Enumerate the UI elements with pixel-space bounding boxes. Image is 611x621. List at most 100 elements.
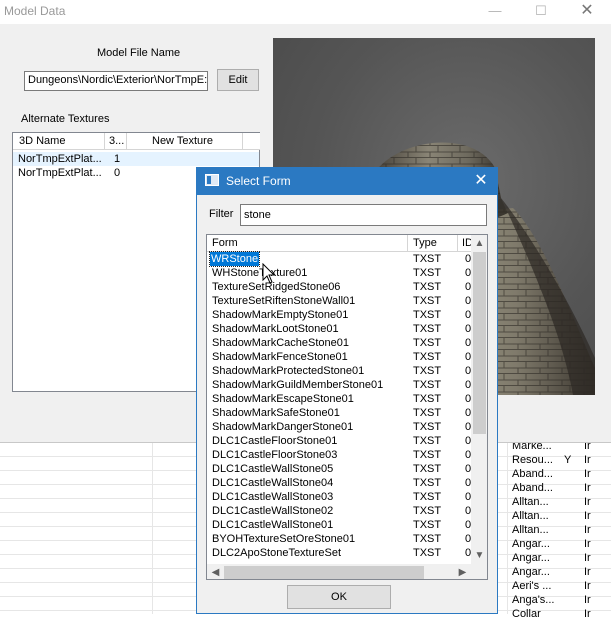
- cell-name: Anga's...: [512, 594, 555, 606]
- list-item[interactable]: Angar... Ir: [508, 551, 611, 565]
- list-item[interactable]: DLC1CastleWallStone03 TXST 0: [207, 490, 471, 504]
- column-header-index[interactable]: 3...: [105, 133, 127, 150]
- list-item[interactable]: ShadowMarkSafeStone01 TXST 0: [207, 406, 471, 420]
- scrollbar-thumb[interactable]: [224, 566, 424, 579]
- select-form-titlebar[interactable]: Select Form ✕: [197, 168, 497, 195]
- list-item[interactable]: TextureSetRidgedStone06 TXST 0: [207, 280, 471, 294]
- form-name: DLC2ApoStoneTextureSet: [212, 547, 342, 559]
- form-type: TXST: [413, 295, 442, 307]
- cell-name: Angar...: [512, 538, 550, 550]
- column-header-new-texture[interactable]: New Texture: [127, 133, 243, 150]
- form-name: ShadowMarkLootStone01: [212, 323, 339, 335]
- column-header-type[interactable]: Type: [408, 235, 458, 252]
- list-item[interactable]: Alltan... Ir: [508, 509, 611, 523]
- list-item[interactable]: WRStone TXST 0: [207, 251, 471, 267]
- form-name: BYOHTextureSetOreStone01: [212, 533, 356, 545]
- list-item[interactable]: Anga's... Ir: [508, 593, 611, 607]
- table-row[interactable]: NorTmpExtPlat... 1: [13, 152, 259, 166]
- cell-name: Alltan...: [512, 496, 549, 508]
- edit-button[interactable]: Edit: [217, 69, 259, 91]
- list-item[interactable]: ShadowMarkEmptyStone01 TXST 0: [207, 308, 471, 322]
- list-item[interactable]: ShadowMarkCacheStone01 TXST 0: [207, 336, 471, 350]
- list-item[interactable]: Aband... Ir: [508, 481, 611, 495]
- list-item[interactable]: Angar... Ir: [508, 537, 611, 551]
- cell-name: Alltan...: [512, 524, 549, 536]
- close-icon[interactable]: ✕: [564, 0, 610, 24]
- maximize-icon[interactable]: ☐: [518, 0, 564, 24]
- list-item[interactable]: DLC1CastleWallStone04 TXST 0: [207, 476, 471, 490]
- cell-name: Aeri's ...: [512, 580, 552, 592]
- form-name: TextureSetRidgedStone06: [212, 281, 341, 293]
- form-list-header: Form Type ID: [207, 235, 471, 252]
- scrollbar-thumb[interactable]: [473, 252, 486, 434]
- form-type: TXST: [413, 379, 442, 391]
- list-item[interactable]: Angar... Ir: [508, 565, 611, 579]
- chevron-up-icon[interactable]: ▲: [471, 235, 487, 252]
- form-name: DLC1CastleWallStone03: [212, 491, 334, 503]
- model-data-titlebar[interactable]: Model Data — ☐ ✕: [0, 0, 611, 24]
- cell-name: Aband...: [512, 468, 553, 480]
- cell-3d-name: NorTmpExtPlat...: [18, 153, 102, 165]
- form-type: TXST: [413, 253, 442, 265]
- list-item[interactable]: ShadowMarkProtectedStone01 TXST 0: [207, 364, 471, 378]
- cell-name: Alltan...: [512, 510, 549, 522]
- cell-type: Ir: [584, 608, 591, 620]
- list-item[interactable]: Alltan... Ir: [508, 495, 611, 509]
- window-title: Model Data: [4, 4, 66, 18]
- vertical-scrollbar[interactable]: ▲ ▼: [471, 235, 487, 564]
- cell-type: Ir: [584, 510, 591, 522]
- list-item[interactable]: Aeri's ... Ir: [508, 579, 611, 593]
- form-type: TXST: [413, 365, 442, 377]
- list-item[interactable]: Alltan... Ir: [508, 523, 611, 537]
- list-item[interactable]: ShadowMarkEscapeStone01 TXST 0: [207, 392, 471, 406]
- column-header-3d-name[interactable]: 3D Name: [13, 133, 105, 150]
- form-name: ShadowMarkFenceStone01: [212, 351, 348, 363]
- cell-type: Ir: [584, 496, 591, 508]
- filter-label: Filter: [209, 208, 234, 220]
- form-type: TXST: [413, 267, 442, 279]
- close-icon[interactable]: ✕: [469, 170, 493, 192]
- horizontal-scrollbar[interactable]: ◀ ▶: [207, 564, 471, 579]
- list-item[interactable]: WHStoneTexture01 TXST 0: [207, 266, 471, 280]
- form-type: TXST: [413, 393, 442, 405]
- list-item[interactable]: ShadowMarkGuildMemberStone01 TXST 0: [207, 378, 471, 392]
- form-list[interactable]: Form Type ID WRStoneTXST0WHStoneTexture0…: [206, 234, 488, 580]
- form-type: TXST: [413, 519, 442, 531]
- list-item[interactable]: Resou... Y Ir: [508, 453, 611, 467]
- form-name: ShadowMarkCacheStone01: [212, 337, 349, 349]
- cell-type: Ir: [584, 594, 591, 606]
- select-form-dialog: Select Form ✕ Filter Form Type ID WRSton…: [196, 167, 498, 614]
- cell-type: Ir: [584, 580, 591, 592]
- list-item[interactable]: DLC1CastleWallStone01 TXST 0: [207, 518, 471, 532]
- form-type: TXST: [413, 337, 442, 349]
- list-item[interactable]: DLC1CastleFloorStone03 TXST 0: [207, 448, 471, 462]
- list-item[interactable]: DLC1CastleWallStone02 TXST 0: [207, 504, 471, 518]
- list-item[interactable]: Collar Ir: [508, 607, 611, 621]
- model-file-name-label: Model File Name: [97, 47, 181, 59]
- list-item[interactable]: DLC1CastleFloorStone01 TXST 0: [207, 434, 471, 448]
- background-list: Marke... Ir Resou... Y Ir Aband... Ir Aband... I…: [508, 439, 611, 621]
- list-item[interactable]: BYOHTextureSetOreStone01 TXST 0: [207, 532, 471, 546]
- chevron-left-icon[interactable]: ◀: [207, 564, 224, 579]
- list-item[interactable]: Aband... Ir: [508, 467, 611, 481]
- list-item[interactable]: ShadowMarkLootStone01 TXST 0: [207, 322, 471, 336]
- column-header-id[interactable]: ID: [458, 235, 471, 252]
- list-item[interactable]: TextureSetRiftenStoneWall01 TXST 0: [207, 294, 471, 308]
- minimize-icon[interactable]: —: [472, 0, 518, 24]
- cell-name: Angar...: [512, 566, 550, 578]
- form-type: TXST: [413, 281, 442, 293]
- filter-input[interactable]: [240, 204, 487, 226]
- form-name: DLC1CastleFloorStone03: [212, 449, 338, 461]
- chevron-right-icon[interactable]: ▶: [454, 564, 471, 579]
- column-header-form[interactable]: Form: [207, 235, 408, 252]
- list-item[interactable]: ShadowMarkDangerStone01 TXST 0: [207, 420, 471, 434]
- form-type: TXST: [413, 309, 442, 321]
- list-item[interactable]: DLC1CastleWallStone05 TXST 0: [207, 462, 471, 476]
- form-type: TXST: [413, 421, 442, 433]
- chevron-down-icon[interactable]: ▼: [471, 547, 487, 564]
- ok-button[interactable]: OK: [287, 585, 391, 609]
- form-name: ShadowMarkGuildMemberStone01: [212, 379, 384, 391]
- model-file-name-field[interactable]: Dungeons\Nordic\Exterior\NorTmpE:: [24, 71, 208, 91]
- list-item[interactable]: ShadowMarkFenceStone01 TXST 0: [207, 350, 471, 364]
- list-item[interactable]: DLC2ApoStoneTextureSet TXST 0: [207, 546, 471, 560]
